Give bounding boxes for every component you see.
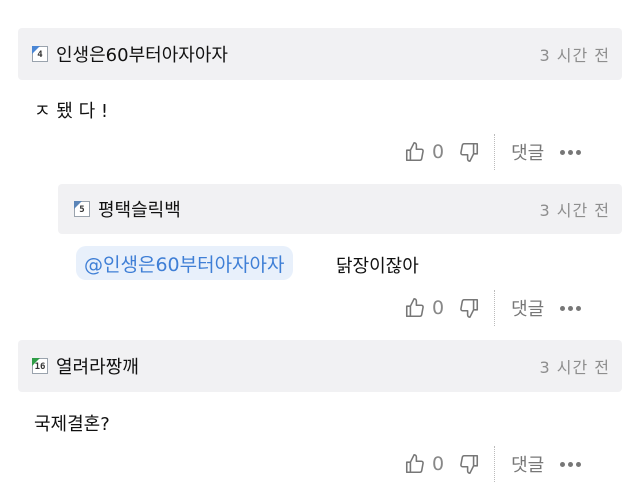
like-count: 0	[432, 453, 445, 475]
comment-header: 16 열려라짱깨 3 시간 전	[18, 340, 622, 392]
divider	[494, 134, 496, 170]
reply-button[interactable]: 댓글	[511, 451, 544, 477]
level-badge-icon: 16	[32, 358, 48, 374]
like-button[interactable]: 0	[404, 297, 444, 319]
reply-header: 5 평택슬릭백 3 시간 전	[58, 184, 622, 234]
comment-text: ㅈ 됐 다 !	[34, 101, 109, 122]
comment-text: 닭장이잖아	[336, 256, 419, 277]
dislike-button[interactable]	[458, 141, 480, 163]
reply-button[interactable]: 댓글	[511, 295, 544, 321]
comment-text: 국제결혼?	[34, 414, 110, 435]
dislike-button[interactable]	[458, 297, 480, 319]
thumbs-down-icon	[460, 142, 479, 162]
author-nickname[interactable]: 열려라짱깨	[56, 353, 139, 379]
like-count: 0	[432, 141, 445, 163]
level-badge-icon: 5	[74, 201, 90, 217]
more-dots-icon[interactable]	[560, 149, 582, 155]
like-count: 0	[432, 297, 445, 319]
thumbs-down-icon	[460, 454, 479, 474]
comment-header: 4 인생은60부터아자아자 3 시간 전	[18, 28, 622, 80]
thumbs-up-icon	[405, 142, 424, 162]
author-nickname[interactable]: 인생은60부터아자아자	[56, 41, 228, 67]
comment-actions: 0 댓글	[404, 290, 582, 326]
comment-actions: 0 댓글	[404, 134, 582, 170]
like-button[interactable]: 0	[404, 453, 444, 475]
like-button[interactable]: 0	[404, 141, 444, 163]
divider	[494, 446, 496, 482]
thumbs-up-icon	[405, 298, 424, 318]
comment-actions: 0 댓글	[404, 446, 582, 482]
divider	[494, 290, 496, 326]
thumbs-down-icon	[460, 298, 479, 318]
mention-tag[interactable]: @인생은60부터아자아자	[76, 246, 293, 280]
more-dots-icon[interactable]	[560, 305, 582, 311]
more-dots-icon[interactable]	[560, 461, 582, 467]
timestamp: 3 시간 전	[539, 46, 610, 65]
author-nickname[interactable]: 평택슬릭백	[98, 196, 181, 222]
reply-button[interactable]: 댓글	[511, 139, 544, 165]
timestamp: 3 시간 전	[539, 201, 610, 220]
level-badge-icon: 4	[32, 46, 48, 62]
dislike-button[interactable]	[458, 453, 480, 475]
thumbs-up-icon	[405, 454, 424, 474]
timestamp: 3 시간 전	[539, 358, 610, 377]
